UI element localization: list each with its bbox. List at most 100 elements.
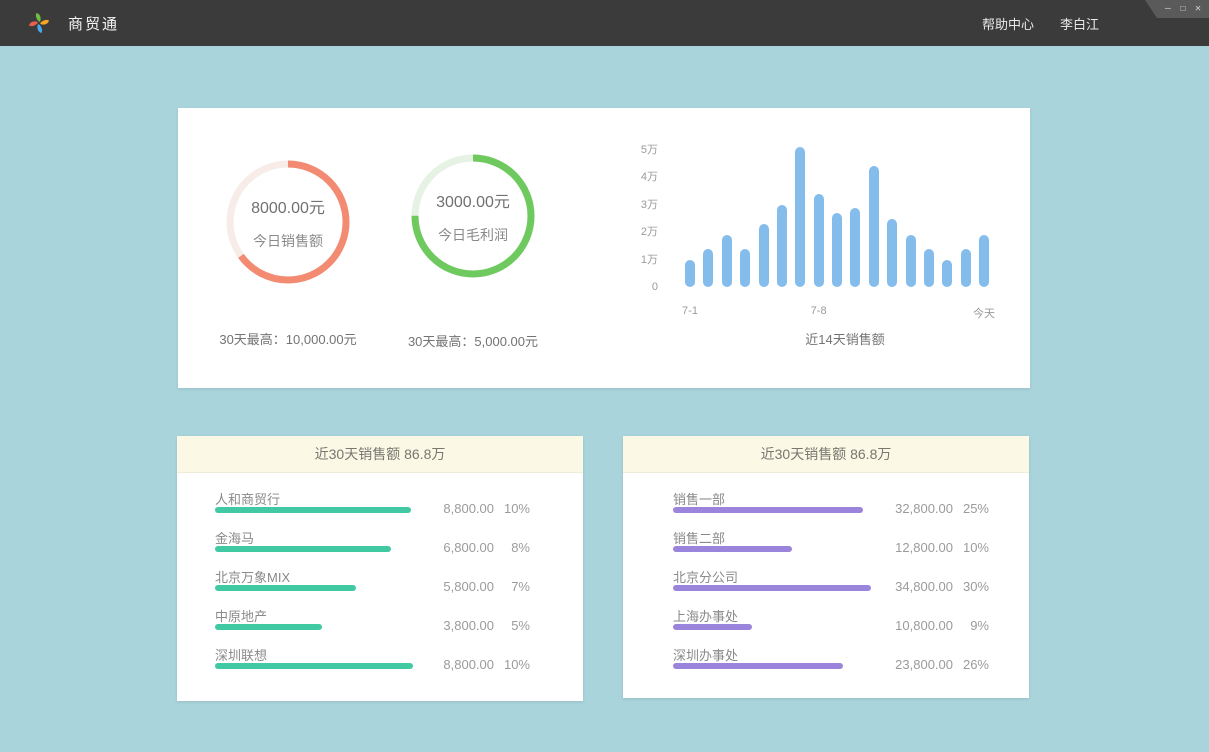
y-axis-tick: 4万 — [608, 170, 658, 184]
rank-list-item: 深圳联想 8,800.00 10% — [177, 641, 583, 680]
today-sales-value: 8000.00元 — [251, 194, 325, 218]
rank-item-percent: 5% — [494, 618, 530, 633]
titlebar-links: 帮助中心 李白江 — [982, 0, 1099, 46]
rank-item-bar — [673, 507, 863, 513]
today-profit-donut: 3000.00元 今日毛利润 — [411, 154, 535, 278]
maximize-icon[interactable]: ☐ — [1180, 4, 1186, 14]
today-sales-30d-max: 30天最高：10,000.00元 — [193, 329, 383, 348]
rank-item-name: 中原地产 — [215, 606, 267, 625]
rank-item-percent: 10% — [494, 501, 530, 516]
rank-list-item: 中原地产 3,800.00 5% — [177, 602, 583, 641]
rank-list-item: 北京分公司 34,800.00 30% — [623, 563, 1029, 602]
app-title: 商贸通 — [68, 0, 119, 46]
x-axis-label: 7-1 — [668, 305, 712, 317]
customer-rank-title: 近30天销售额 86.8万 — [177, 436, 583, 473]
rank-item-value: 5,800.00 — [416, 579, 494, 594]
app-logo-pinwheel-icon — [26, 10, 52, 36]
chart-bar — [942, 260, 952, 287]
chart-bar — [887, 219, 897, 288]
x-axis-label: 7-8 — [797, 305, 841, 317]
rank-item-percent: 25% — [953, 501, 989, 516]
today-profit-value: 3000.00元 — [436, 188, 510, 212]
rank-item-value: 12,800.00 — [875, 540, 953, 555]
rank-list-item: 金海马 6,800.00 8% — [177, 524, 583, 563]
rank-item-value: 6,800.00 — [416, 540, 494, 555]
rank-item-bar — [215, 663, 413, 669]
rank-item-bar — [215, 624, 322, 630]
rank-item-value: 8,800.00 — [416, 657, 494, 672]
chart-bar — [832, 213, 842, 287]
rank-item-percent: 7% — [494, 579, 530, 594]
rank-item-value: 34,800.00 — [875, 579, 953, 594]
chart-bar — [924, 249, 934, 287]
chart-bar — [703, 249, 713, 287]
rank-item-percent: 10% — [953, 540, 989, 555]
y-axis-tick: 0 — [608, 280, 658, 294]
y-axis-tick: 1万 — [608, 253, 658, 267]
rank-item-name: 人和商贸行 — [215, 489, 280, 508]
rank-item-bar — [673, 663, 843, 669]
department-rank-card: 近30天销售额 86.8万 销售一部 32,800.00 25% 销售二部 12… — [623, 436, 1029, 698]
help-center-link[interactable]: 帮助中心 — [982, 14, 1034, 33]
rank-list-item: 人和商贸行 8,800.00 10% — [177, 485, 583, 524]
rank-item-name: 深圳办事处 — [673, 645, 738, 664]
rank-item-name: 销售二部 — [673, 528, 725, 547]
chart-bar — [685, 260, 695, 287]
window-controls: — ☐ ✕ — [1145, 0, 1209, 18]
rank-item-name: 销售一部 — [673, 489, 725, 508]
rank-item-bar — [673, 624, 752, 630]
rank-item-value: 3,800.00 — [416, 618, 494, 633]
rank-item-percent: 8% — [494, 540, 530, 555]
chart-bar — [869, 166, 879, 287]
rank-item-name: 金海马 — [215, 528, 254, 547]
rank-item-bar — [673, 585, 871, 591]
username-link[interactable]: 李白江 — [1060, 14, 1099, 33]
rank-item-bar — [215, 507, 411, 513]
chart-bar — [961, 249, 971, 287]
chart-bar — [795, 147, 805, 287]
chart-bar — [759, 224, 769, 287]
chart-bar — [814, 194, 824, 287]
close-icon[interactable]: ✕ — [1195, 4, 1201, 14]
rank-item-bar — [215, 546, 391, 552]
rank-item-percent: 30% — [953, 579, 989, 594]
rank-item-name: 北京分公司 — [673, 567, 738, 586]
today-sales-donut: 8000.00元 今日销售额 — [226, 160, 350, 284]
y-axis-tick: 3万 — [608, 198, 658, 212]
chart-bar — [979, 235, 989, 287]
chart-bar — [777, 205, 787, 287]
chart-bar — [740, 249, 750, 287]
rank-item-bar — [673, 546, 792, 552]
chart-bar — [850, 208, 860, 287]
rank-list-item: 销售二部 12,800.00 10% — [623, 524, 1029, 563]
minimize-icon[interactable]: — — [1165, 4, 1171, 14]
y-axis-tick: 2万 — [608, 225, 658, 239]
rank-item-percent: 10% — [494, 657, 530, 672]
department-rank-title: 近30天销售额 86.8万 — [623, 436, 1029, 473]
rank-item-percent: 26% — [953, 657, 989, 672]
today-profit-label: 今日毛利润 — [438, 225, 508, 245]
rank-item-name: 北京万象MIX — [215, 567, 290, 586]
x-axis-label: 今天 — [962, 305, 1006, 321]
rank-item-percent: 9% — [953, 618, 989, 633]
today-profit-30d-max: 30天最高：5,000.00元 — [378, 331, 568, 350]
customer-rank-list: 人和商贸行 8,800.00 10% 金海马 6,800.00 8% 北京万象M… — [177, 473, 583, 680]
chart-bar — [722, 235, 732, 287]
overview-card: 8000.00元 今日销售额 30天最高：10,000.00元 3000.00元… — [178, 108, 1030, 388]
rank-list-item: 深圳办事处 23,800.00 26% — [623, 641, 1029, 680]
titlebar: 商贸通 帮助中心 李白江 — ☐ ✕ — [0, 0, 1209, 46]
rank-item-name: 深圳联想 — [215, 645, 267, 664]
customer-rank-card: 近30天销售额 86.8万 人和商贸行 8,800.00 10% 金海马 6,8… — [177, 436, 583, 701]
today-sales-label: 今日销售额 — [253, 231, 323, 251]
department-rank-list: 销售一部 32,800.00 25% 销售二部 12,800.00 10% 北京… — [623, 473, 1029, 680]
rank-item-name: 上海办事处 — [673, 606, 738, 625]
y-axis-tick: 5万 — [608, 143, 658, 157]
rank-list-item: 北京万象MIX 5,800.00 7% — [177, 563, 583, 602]
rank-list-item: 销售一部 32,800.00 25% — [623, 485, 1029, 524]
rank-item-bar — [215, 585, 356, 591]
chart-bar — [906, 235, 916, 287]
rank-item-value: 8,800.00 — [416, 501, 494, 516]
bar-chart-title: 近14天销售额 — [695, 329, 995, 348]
rank-list-item: 上海办事处 10,800.00 9% — [623, 602, 1029, 641]
rank-item-value: 32,800.00 — [875, 501, 953, 516]
